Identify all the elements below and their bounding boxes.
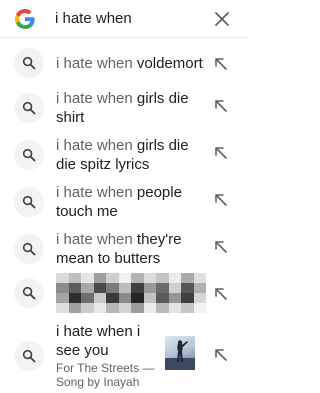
google-logo-icon — [15, 9, 35, 29]
suggestion-row[interactable]: i hate when people touch me — [0, 180, 250, 224]
suggestion-row-obscured[interactable] — [0, 271, 250, 317]
fill-query-arrow-icon[interactable] — [213, 347, 229, 363]
suggestion-row[interactable]: i hate when voldemort — [0, 45, 250, 81]
suggestion-text: i hate when voldemort — [56, 55, 203, 72]
pixelated-censor-block — [56, 273, 206, 313]
suggestion-text: i hate when people touch me — [56, 184, 182, 220]
song-meta: For The Streets — Song by Inayah — [56, 361, 155, 389]
search-icon — [14, 278, 44, 308]
search-input[interactable]: i hate when — [55, 10, 132, 28]
fill-query-arrow-icon[interactable] — [213, 192, 229, 208]
search-icon — [14, 48, 44, 78]
search-icon — [14, 93, 44, 123]
search-bar: i hate when — [0, 0, 250, 37]
search-icon — [14, 140, 44, 170]
fill-query-arrow-icon[interactable] — [213, 286, 229, 302]
fill-query-arrow-icon[interactable] — [213, 239, 229, 255]
search-icon — [14, 187, 44, 217]
suggestion-text: i hate when girls die shirt — [56, 90, 189, 126]
fill-query-arrow-icon[interactable] — [213, 56, 229, 72]
search-icon — [14, 341, 44, 371]
suggestion-text: i hate when girls die die spitz lyrics — [56, 137, 189, 173]
suggestion-row[interactable]: i hate when girls die shirt — [0, 86, 250, 130]
song-title: i hate when i see you — [56, 323, 141, 359]
suggestion-row[interactable]: i hate when girls die die spitz lyrics — [0, 133, 250, 177]
song-type-label: Song by Inayah — [56, 375, 140, 389]
album-art-thumbnail — [165, 336, 195, 370]
song-artist: For The Streets — [56, 361, 140, 375]
clear-icon[interactable] — [211, 8, 233, 30]
fill-query-arrow-icon[interactable] — [213, 98, 229, 114]
search-divider — [0, 37, 250, 38]
suggestion-text: i hate when they're mean to butters — [56, 231, 182, 267]
search-icon — [14, 234, 44, 264]
suggestion-row[interactable]: i hate when they're mean to butters — [0, 227, 250, 271]
fill-query-arrow-icon[interactable] — [213, 145, 229, 161]
